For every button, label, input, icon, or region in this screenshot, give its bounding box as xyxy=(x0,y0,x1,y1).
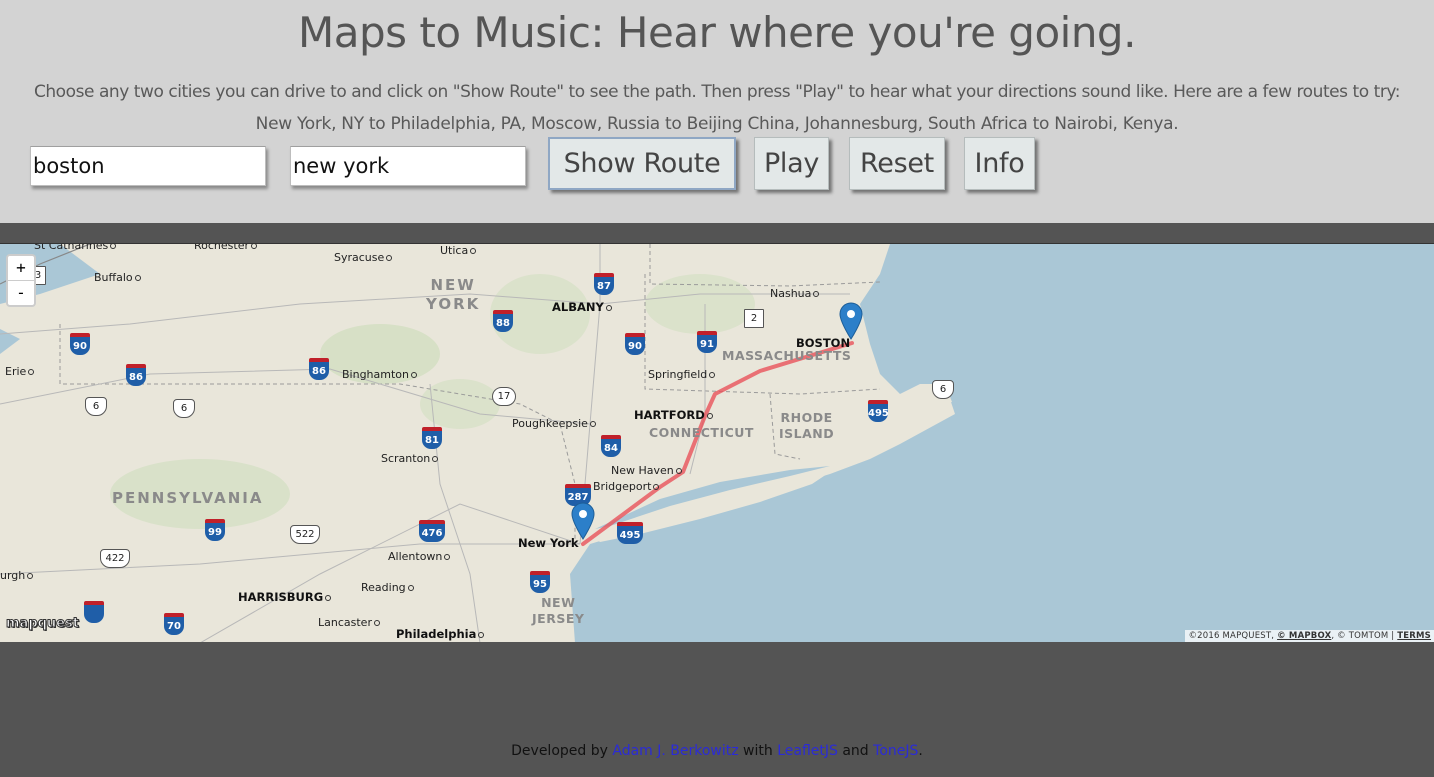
zoom-in-button[interactable]: + xyxy=(8,256,34,281)
interstate-shield: 86 xyxy=(309,358,329,380)
city-label-poughkeepsie: Poughkeepsie xyxy=(512,417,596,430)
state-label-pennsylvania: PENNSYLVANIA xyxy=(112,489,264,507)
destination-input[interactable] xyxy=(290,146,526,186)
city-label-hartford: HARTFORD xyxy=(634,408,713,422)
city-label-nashua: Nashua xyxy=(770,287,820,300)
city-label-albany: ALBANY xyxy=(552,300,612,314)
city-label-allentown: Allentown xyxy=(388,550,451,563)
destination-marker-icon[interactable] xyxy=(839,302,863,340)
interstate-shield: 81 xyxy=(422,427,442,449)
zoom-control: + - xyxy=(6,254,36,307)
mapquest-logo[interactable]: mapquest xyxy=(6,616,80,632)
state-label-new-jersey: NEW JERSEY xyxy=(532,595,585,626)
interstate-shield: 70 xyxy=(164,613,184,635)
tonejs-link[interactable]: ToneJS xyxy=(873,743,918,759)
city-label-reading: Reading xyxy=(361,581,414,594)
reset-button[interactable]: Reset xyxy=(849,137,945,190)
interstate-shield: 91 xyxy=(697,331,717,353)
terms-link[interactable]: TERMS xyxy=(1397,631,1431,641)
page-description: Choose any two cities you can drive to a… xyxy=(0,76,1434,140)
show-route-button[interactable]: Show Route xyxy=(548,137,736,190)
interstate-shield: 84 xyxy=(601,435,621,457)
zoom-out-button[interactable]: - xyxy=(8,281,34,305)
city-label-syracuse: Syracuse xyxy=(334,251,393,264)
state-label-rhode-island: RHODE ISLAND xyxy=(779,410,835,441)
city-label-erie: Erie xyxy=(5,365,35,378)
city-label-utica: Utica xyxy=(440,244,477,257)
city-label-scranton: Scranton xyxy=(381,452,439,465)
leafletjs-link[interactable]: LeafletJS xyxy=(777,743,838,759)
interstate-shield: 90 xyxy=(625,333,645,355)
interstate-shield: 87 xyxy=(594,273,614,295)
description-line-2: New York, NY to Philadelphia, PA, Moscow… xyxy=(255,114,1179,134)
origin-marker-icon[interactable] xyxy=(571,502,595,540)
route-shield: 17 xyxy=(492,387,516,406)
city-label-philadelphia: Philadelphia xyxy=(396,627,485,641)
interstate-shield: 95 xyxy=(530,571,550,593)
route-map[interactable]: NEW YORK PENNSYLVANIA MASSACHUSETTS CONNE… xyxy=(0,243,1434,642)
interstate-shield: 495 xyxy=(868,400,889,422)
route-shield: 522 xyxy=(290,525,320,544)
city-label-new-york: New York xyxy=(518,536,579,550)
route-shield: 6 xyxy=(173,399,195,418)
map-attribution: ©2016 MAPQUEST, © MAPBOX, © TOMTOM | TER… xyxy=(1185,630,1434,642)
city-label-springfield: Springfield xyxy=(648,368,716,381)
play-button[interactable]: Play xyxy=(754,137,829,190)
city-label-rochester: Rochester xyxy=(194,244,257,252)
interstate-shield: 86 xyxy=(126,364,146,386)
city-label-buffalo: Buffalo xyxy=(94,271,141,284)
origin-input[interactable] xyxy=(30,146,266,186)
city-label-bridgeport: Bridgeport xyxy=(593,480,660,493)
route-shield: 6 xyxy=(85,397,107,416)
interstate-shield: 99 xyxy=(205,519,225,541)
description-line-1: Choose any two cities you can drive to a… xyxy=(33,82,1401,102)
interstate-shield: 495 xyxy=(617,522,643,544)
state-label-massachusetts: MASSACHUSETTS xyxy=(722,348,852,363)
mapbox-link[interactable]: © MAPBOX xyxy=(1277,631,1331,641)
interstate-shield: 90 xyxy=(70,333,90,355)
city-label-st-catharines: St Catharines xyxy=(34,244,117,252)
state-label-connecticut: CONNECTICUT xyxy=(649,425,754,440)
state-label-new-york: NEW YORK xyxy=(426,276,481,313)
city-label-lancaster: Lancaster xyxy=(318,616,380,629)
route-shield: 6 xyxy=(932,380,954,399)
city-label-new-haven: New Haven xyxy=(611,464,682,477)
interstate-shield: 88 xyxy=(493,310,513,332)
city-label-pittsburgh: urgh xyxy=(0,569,34,582)
interstate-shield xyxy=(84,601,104,623)
interstate-shield: 476 xyxy=(419,520,445,542)
city-label-harrisburg: HARRISBURG xyxy=(238,590,332,604)
route-shield: 2 xyxy=(744,309,764,328)
map-base-layer xyxy=(0,244,1434,642)
footer: Developed by Adam J. Berkowitz with Leaf… xyxy=(511,743,923,759)
header: Maps to Music: Hear where you're going. … xyxy=(0,0,1434,223)
info-button[interactable]: Info xyxy=(964,137,1035,190)
city-label-binghamton: Binghamton xyxy=(342,368,417,381)
author-link[interactable]: Adam J. Berkowitz xyxy=(612,743,738,759)
route-shield: 422 xyxy=(100,549,130,568)
page-title: Maps to Music: Hear where you're going. xyxy=(298,8,1136,57)
